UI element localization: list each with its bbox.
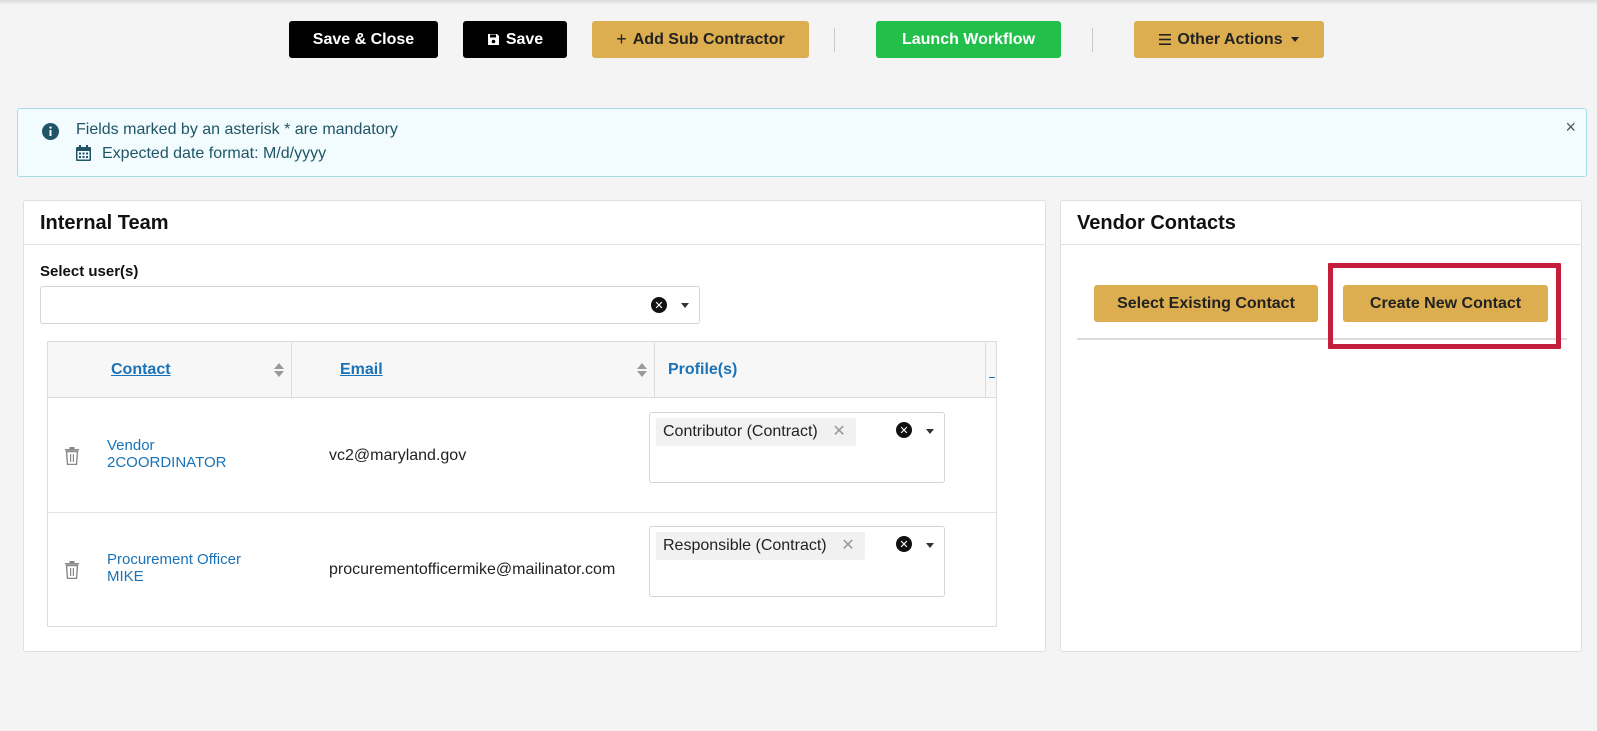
contact-link[interactable]: Vendor 2COORDINATOR xyxy=(107,437,287,471)
close-icon[interactable]: × xyxy=(1565,117,1576,138)
hamburger-icon xyxy=(1159,34,1172,45)
profile-tag-label: Responsible (Contract) xyxy=(663,537,827,554)
profile-select[interactable]: Responsible (Contract) ✕ ✕ xyxy=(649,526,945,597)
other-actions-label: Other Actions xyxy=(1177,30,1283,48)
add-sub-contractor-button[interactable]: + Add Sub Contractor xyxy=(592,21,809,58)
select-users-input[interactable]: ✕ xyxy=(40,286,700,324)
column-divider xyxy=(654,342,655,398)
clear-icon[interactable]: ✕ xyxy=(896,422,912,438)
date-format-note: Expected date format: M/d/yyyy xyxy=(102,145,327,162)
chevron-down-icon[interactable] xyxy=(681,303,689,308)
internal-team-table: Contact Email Profile(s) Vendor 2COORDIN… xyxy=(47,341,997,627)
contact-name-line: MIKE xyxy=(107,568,144,585)
column-divider xyxy=(985,342,986,398)
select-users-label: Select user(s) xyxy=(40,263,139,280)
column-resize-handle[interactable] xyxy=(989,377,995,378)
contact-name-line: 2COORDINATOR xyxy=(107,454,227,471)
other-actions-button[interactable]: Other Actions xyxy=(1134,21,1324,58)
contact-email: procurementofficermike@mailinator.com xyxy=(329,561,616,578)
clear-icon[interactable]: ✕ xyxy=(651,297,667,313)
profile-select[interactable]: Contributor (Contract) ✕ ✕ xyxy=(649,412,945,483)
contact-name-line: Procurement Officer xyxy=(107,551,241,568)
column-divider xyxy=(291,342,292,398)
mandatory-note: Fields marked by an asterisk * are manda… xyxy=(76,121,398,138)
add-sub-contractor-label: Add Sub Contractor xyxy=(632,30,785,48)
profile-tag: Contributor (Contract) ✕ xyxy=(656,418,856,446)
save-close-button[interactable]: Save & Close xyxy=(289,21,438,58)
internal-team-title: Internal Team xyxy=(24,201,1045,245)
contact-name-line: Vendor xyxy=(107,437,155,454)
internal-team-panel: Internal Team Select user(s) ✕ Contact E… xyxy=(23,200,1046,652)
remove-tag-icon[interactable]: ✕ xyxy=(841,532,854,560)
profile-tag: Responsible (Contract) ✕ xyxy=(656,532,865,560)
profile-tag-label: Contributor (Contract) xyxy=(663,423,818,440)
info-alert: Fields marked by an asterisk * are manda… xyxy=(17,108,1587,177)
contact-link[interactable]: Procurement Officer MIKE xyxy=(107,551,287,585)
table-row: Procurement Officer MIKE procurementoffi… xyxy=(48,513,996,627)
floppy-disk-icon xyxy=(487,34,499,45)
trash-icon[interactable] xyxy=(64,447,80,465)
trash-icon[interactable] xyxy=(64,561,80,579)
save-label: Save xyxy=(505,30,544,48)
caret-down-icon xyxy=(1290,37,1299,42)
highlight-box xyxy=(1328,263,1561,349)
toolbar-divider xyxy=(834,28,835,52)
select-existing-contact-label: Select Existing Contact xyxy=(1117,294,1295,312)
launch-workflow-button[interactable]: Launch Workflow xyxy=(876,21,1061,58)
column-header-contact[interactable]: Contact xyxy=(111,342,171,398)
clear-icon[interactable]: ✕ xyxy=(896,536,912,552)
sort-icon[interactable] xyxy=(637,363,647,379)
contact-email: vc2@maryland.gov xyxy=(329,447,467,464)
info-icon xyxy=(42,123,59,140)
launch-workflow-label: Launch Workflow xyxy=(901,30,1036,48)
save-button[interactable]: Save xyxy=(463,21,567,58)
sort-icon[interactable] xyxy=(274,363,284,379)
top-shadow xyxy=(0,0,1597,5)
remove-tag-icon[interactable]: ✕ xyxy=(832,418,845,446)
table-row: Vendor 2COORDINATOR vc2@maryland.gov Con… xyxy=(48,399,996,513)
chevron-down-icon[interactable] xyxy=(926,429,934,434)
column-header-profiles: Profile(s) xyxy=(668,361,738,378)
column-header-email[interactable]: Email xyxy=(340,342,383,398)
vendor-contacts-title: Vendor Contacts xyxy=(1061,201,1581,245)
chevron-down-icon[interactable] xyxy=(926,543,934,548)
toolbar-divider xyxy=(1092,28,1093,52)
calendar-icon xyxy=(76,145,91,161)
save-close-label: Save & Close xyxy=(312,30,415,48)
select-existing-contact-button[interactable]: Select Existing Contact xyxy=(1094,285,1318,322)
table-header: Contact Email Profile(s) xyxy=(48,342,996,398)
plus-icon: + xyxy=(616,29,627,49)
